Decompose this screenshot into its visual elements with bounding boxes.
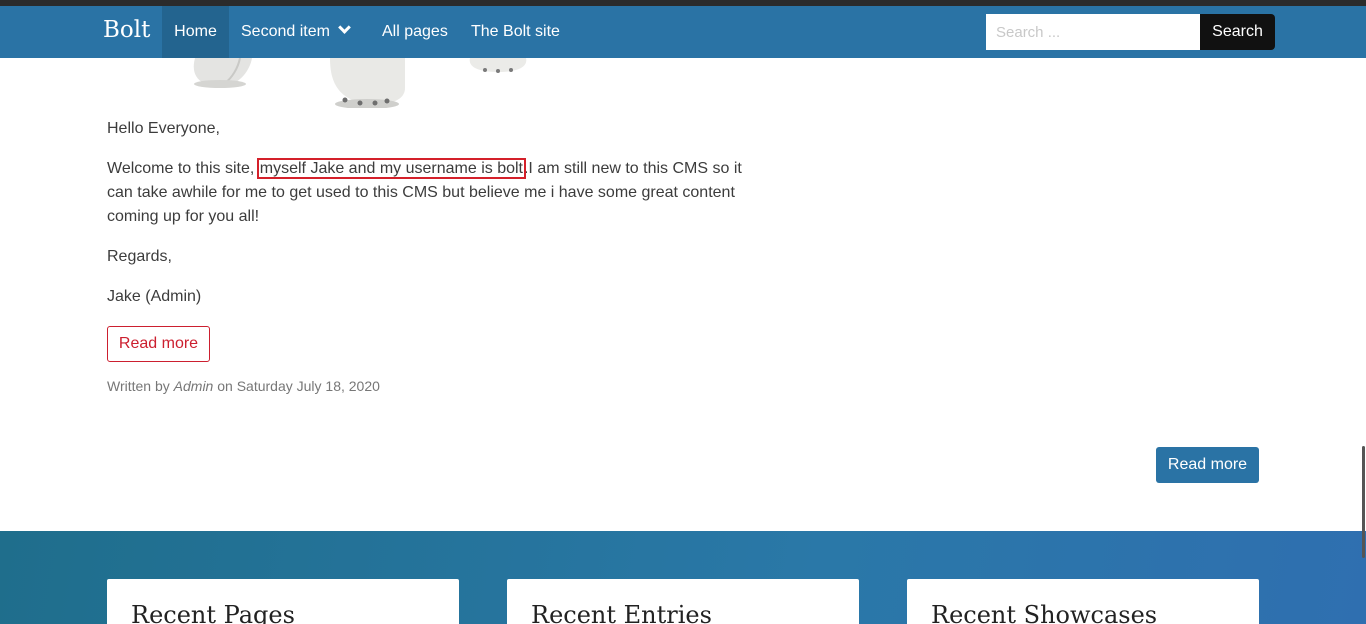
read-more-button[interactable]: Read more	[107, 326, 210, 362]
read-more-primary-button[interactable]: Read more	[1156, 447, 1259, 483]
nav-item-bolt-site[interactable]: The Bolt site	[471, 6, 560, 58]
chevron-down-icon	[338, 21, 351, 34]
post-meta: Written by Admin on Saturday July 18, 20…	[107, 378, 380, 394]
search-input[interactable]	[986, 14, 1200, 50]
nav-item-second-item[interactable]: Second item	[241, 6, 351, 58]
post-signature: Jake (Admin)	[107, 288, 202, 305]
meta-author[interactable]: Admin	[174, 378, 214, 394]
card-title: Recent Entries	[531, 601, 712, 624]
brand-logo[interactable]: Bolt	[103, 17, 150, 43]
recent-showcases-card: Recent Showcases	[907, 579, 1259, 624]
nav-item-all-pages[interactable]: All pages	[382, 6, 448, 58]
meta-on: on	[217, 378, 233, 394]
nav-item-label: Second item	[241, 23, 330, 40]
highlighted-text: myself Jake and my username is bolt	[256, 158, 526, 179]
card-title: Recent Pages	[131, 601, 295, 624]
search-button[interactable]: Search	[1200, 14, 1275, 50]
post-welcome-paragraph: Welcome to this site, myself Jake and my…	[107, 157, 757, 229]
navbar: Bolt Home Second item All pages The Bolt…	[0, 6, 1366, 58]
card-title: Recent Showcases	[931, 601, 1158, 624]
dog-image-crop	[193, 58, 527, 108]
meta-date: Saturday July 18, 2020	[236, 378, 380, 394]
recent-entries-card: Recent Entries	[507, 579, 859, 624]
meta-written-by: Written by	[107, 378, 170, 394]
recent-pages-card: Recent Pages	[107, 579, 459, 624]
nav-item-home[interactable]: Home	[162, 6, 229, 58]
post-regards: Regards,	[107, 248, 172, 265]
post-greeting: Hello Everyone,	[107, 120, 220, 137]
scrollbar-thumb[interactable]	[1362, 446, 1365, 558]
welcome-prefix: Welcome to this site,	[107, 160, 259, 177]
